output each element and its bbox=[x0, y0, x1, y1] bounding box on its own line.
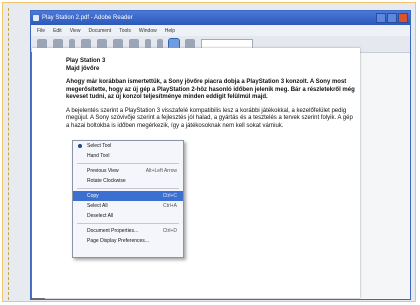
menu-bar: File Edit View Document Tools Window Hel… bbox=[31, 25, 410, 36]
menu-help[interactable]: Help bbox=[165, 28, 175, 34]
window-controls bbox=[376, 13, 408, 23]
menu-item-label: Previous View bbox=[87, 168, 119, 174]
menu-separator bbox=[77, 223, 179, 224]
menu-separator bbox=[77, 163, 179, 164]
menu-item-label: Document Properties... bbox=[87, 228, 139, 234]
menu-item-previous-view[interactable]: Previous View Alt+Left Arrow bbox=[73, 166, 183, 176]
document-subheading: Majd jövőre bbox=[66, 65, 100, 72]
context-menu: Select Tool Hand Tool Previous View Alt+… bbox=[72, 140, 184, 258]
menu-edit[interactable]: Edit bbox=[53, 28, 62, 34]
menu-item-select-all[interactable]: Select All Ctrl+A bbox=[73, 201, 183, 211]
menu-item-label: Hand Tool bbox=[87, 153, 110, 159]
radio-selected-icon bbox=[78, 144, 82, 148]
menu-item-select-tool[interactable]: Select Tool bbox=[73, 141, 183, 151]
menu-separator bbox=[77, 188, 179, 189]
body-paragraph: A bejelentés szerint a PlayStation 3 vis… bbox=[66, 107, 353, 129]
menu-item-label: Copy bbox=[87, 193, 99, 199]
minimize-button[interactable] bbox=[376, 13, 386, 23]
menu-item-deselect-all[interactable]: Deselect All bbox=[73, 211, 183, 221]
app-icon bbox=[33, 15, 39, 21]
menu-item-label: Rotate Clockwise bbox=[87, 178, 126, 184]
title-bar: Play Station 2.pdf - Adobe Reader bbox=[31, 11, 410, 25]
menu-item-shortcut: Ctrl+A bbox=[162, 203, 177, 209]
menu-file[interactable]: File bbox=[37, 28, 45, 34]
menu-item-label: Select Tool bbox=[87, 143, 112, 149]
menu-window[interactable]: Window bbox=[139, 28, 157, 34]
maximize-button[interactable] bbox=[387, 13, 397, 23]
menu-view[interactable]: View bbox=[70, 28, 81, 34]
menu-item-page-display-preferences[interactable]: Page Display Preferences... bbox=[73, 236, 183, 246]
close-button[interactable] bbox=[398, 13, 408, 23]
intro-paragraph: Ahogy már korábban ismertettük, a Sony j… bbox=[66, 79, 355, 100]
menu-item-document-properties[interactable]: Document Properties... Ctrl+D bbox=[73, 226, 183, 236]
document-heading: Play Station 3 bbox=[66, 58, 106, 64]
menu-item-label: Deselect All bbox=[87, 213, 114, 219]
menu-item-label: Select All bbox=[87, 203, 108, 209]
document-text: Play Station 3 Majd jövőre Ahogy már kor… bbox=[66, 58, 356, 130]
menu-document[interactable]: Document bbox=[88, 28, 111, 34]
menu-item-copy[interactable]: Copy Ctrl+C bbox=[73, 191, 183, 201]
menu-item-shortcut: Ctrl+D bbox=[162, 228, 177, 234]
menu-item-shortcut: Alt+Left Arrow bbox=[145, 168, 177, 174]
menu-item-rotate[interactable]: Rotate Clockwise bbox=[73, 176, 183, 186]
decorative-border bbox=[8, 8, 10, 300]
menu-item-shortcut: Ctrl+C bbox=[162, 193, 177, 199]
menu-tools[interactable]: Tools bbox=[119, 28, 131, 34]
window-title: Play Station 2.pdf - Adobe Reader bbox=[42, 15, 133, 21]
menu-item-hand-tool[interactable]: Hand Tool bbox=[73, 151, 183, 161]
menu-item-label: Page Display Preferences... bbox=[87, 238, 149, 244]
